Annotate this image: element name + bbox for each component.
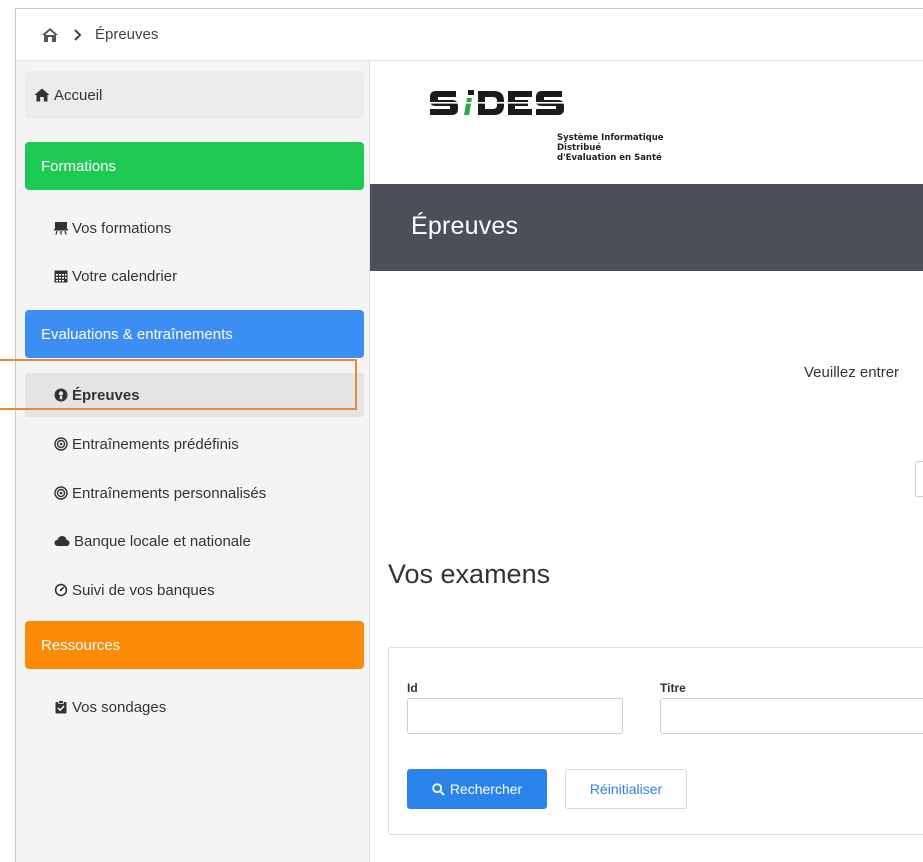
highlight-annotation — [0, 359, 357, 410]
sidebar-section-formations-label: Formations — [41, 157, 117, 175]
id-input[interactable] — [407, 698, 623, 734]
sidebar: Accueil Formations Vos formations Votre … — [16, 61, 370, 862]
home-icon[interactable] — [41, 27, 59, 43]
exam-search-panel: Id Titre Rechercher Réinitialiser — [388, 647, 923, 835]
sidebar-section-evaluations-label: Evaluations & entraînements — [41, 325, 233, 343]
section-title-vos-examens: Vos examens — [388, 559, 551, 589]
sidebar-section-evaluations[interactable]: Evaluations & entraînements — [25, 310, 364, 358]
sidebar-section-formations[interactable]: Formations — [25, 142, 364, 190]
title-label: Titre — [660, 681, 686, 695]
notice-text: Veuillez entrer — [804, 364, 900, 381]
sidebar-item-label: Entraînements personnalisés — [72, 484, 267, 502]
title-input[interactable] — [660, 698, 923, 734]
sidebar-home-label: Accueil — [54, 86, 103, 104]
sidebar-item-label: Banque locale et nationale — [74, 532, 251, 550]
sidebar-item-label: Vos sondages — [72, 698, 167, 716]
sides-logo: Système Informatique Distribué d'Evaluat… — [428, 85, 688, 163]
target-icon — [54, 437, 68, 451]
page-title: Épreuves — [411, 212, 519, 240]
clipboard-icon — [55, 700, 67, 714]
search-button[interactable]: Rechercher — [407, 769, 547, 809]
main-content: Système Informatique Distribué d'Evaluat… — [370, 61, 923, 862]
sidebar-item-suivi-banques[interactable]: Suivi de vos banques — [25, 568, 364, 612]
search-button-label: Rechercher — [449, 781, 523, 797]
sidebar-item-label: Votre calendrier — [72, 267, 178, 285]
sidebar-item-entrainements-predefinis[interactable]: Entraînements prédéfinis — [25, 422, 364, 466]
breadcrumb: Épreuves — [16, 9, 923, 61]
page-title-banner: Épreuves — [370, 184, 923, 271]
sidebar-item-label: Entraînements prédéfinis — [72, 435, 239, 453]
sidebar-section-ressources-label: Ressources — [41, 636, 121, 654]
reset-button[interactable]: Réinitialiser — [565, 769, 687, 809]
sidebar-item-label: Suivi de vos banques — [72, 581, 215, 599]
sides-logo-subtitle: Système Informatique Distribué d'Evaluat… — [557, 133, 688, 163]
sidebar-item-vos-formations[interactable]: Vos formations — [25, 206, 364, 250]
sidebar-section-ressources[interactable]: Ressources — [25, 621, 364, 669]
sidebar-home-button[interactable]: Accueil — [25, 71, 364, 119]
presentation-icon — [54, 222, 68, 235]
logo-subtitle-line1: Système Informatique Distribué — [557, 133, 664, 153]
cloud-icon — [54, 536, 70, 546]
sidebar-item-banque[interactable]: Banque locale et nationale — [25, 519, 364, 563]
home-icon — [34, 88, 50, 102]
sidebar-item-vos-sondages[interactable]: Vos sondages — [25, 685, 364, 729]
breadcrumb-current: Épreuves — [95, 26, 159, 43]
logo-subtitle-line2: d'Evaluation en Santé — [557, 153, 662, 163]
sidebar-item-votre-calendrier[interactable]: Votre calendrier — [25, 254, 364, 298]
sidebar-item-entrainements-personnalises[interactable]: Entraînements personnalisés — [25, 471, 364, 515]
id-label: Id — [407, 681, 418, 695]
code-input[interactable] — [915, 461, 923, 497]
target-icon — [54, 486, 68, 500]
dashboard-icon — [54, 583, 68, 597]
sidebar-item-label: Vos formations — [72, 219, 172, 237]
chevron-right-icon — [74, 28, 82, 41]
calendar-icon — [54, 270, 68, 283]
search-icon — [432, 782, 445, 796]
app-frame: Épreuves Accueil Formations Vos formatio… — [15, 8, 923, 862]
sides-logo-mark — [428, 90, 566, 115]
